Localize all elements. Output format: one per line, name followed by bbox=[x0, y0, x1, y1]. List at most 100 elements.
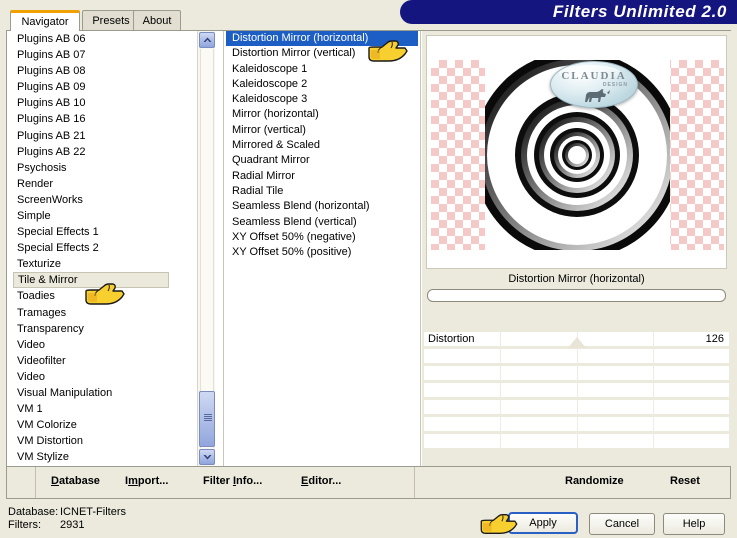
filter-item[interactable]: Quadrant Mirror bbox=[224, 153, 420, 168]
filter-item-label: Radial Tile bbox=[232, 184, 284, 197]
scrollbar-thumb[interactable] bbox=[199, 391, 215, 447]
category-item[interactable]: Transparency bbox=[7, 321, 218, 337]
parameter-value: 126 bbox=[705, 333, 724, 345]
cancel-button[interactable]: Cancel bbox=[589, 513, 655, 535]
randomize-button[interactable]: Randomize bbox=[565, 475, 624, 487]
filter-item[interactable]: Radial Tile bbox=[224, 184, 420, 199]
filter-list[interactable]: Distortion Mirror (horizontal) Distortion… bbox=[223, 31, 421, 466]
slider-tick bbox=[576, 434, 578, 450]
parameter-label: Distortion bbox=[428, 333, 475, 345]
category-item-label: Plugins AB 22 bbox=[17, 145, 86, 158]
category-item[interactable]: Special Effects 1 bbox=[7, 224, 218, 240]
status-area: Database: ICNET-Filters Filters: 2931 bbox=[8, 506, 126, 532]
menu-database-label: atabase bbox=[58, 475, 100, 487]
filter-item[interactable]: XY Offset 50% (positive) bbox=[224, 245, 420, 260]
slider-tick bbox=[652, 349, 654, 365]
filter-item[interactable]: Kaleidoscope 3 bbox=[224, 92, 420, 107]
category-item[interactable]: Render bbox=[7, 176, 218, 192]
tab-navigator[interactable]: Navigator bbox=[10, 10, 80, 31]
filter-item[interactable]: Mirror (horizontal) bbox=[224, 107, 420, 122]
category-item[interactable]: Video bbox=[7, 337, 218, 353]
category-item[interactable]: Video bbox=[7, 369, 218, 385]
pointing-hand-cursor-category bbox=[85, 283, 125, 305]
category-item[interactable]: VM 1 bbox=[7, 401, 218, 417]
help-button[interactable]: Help bbox=[663, 513, 725, 535]
slider-tick bbox=[500, 417, 502, 433]
tab-about-label: About bbox=[142, 14, 172, 27]
category-item[interactable]: ScreenWorks bbox=[7, 192, 218, 208]
category-list[interactable]: Plugins AB 06 Plugins AB 07 Plugins AB 08 P… bbox=[7, 31, 218, 466]
filter-item-label: Distortion Mirror (vertical) bbox=[232, 47, 356, 60]
filter-item[interactable]: Kaleidoscope 2 bbox=[224, 77, 420, 92]
category-item[interactable]: Plugins AB 09 bbox=[7, 79, 218, 95]
reset-button[interactable]: Reset bbox=[670, 475, 700, 487]
menu-separator-left bbox=[35, 467, 36, 498]
slider-tick bbox=[576, 417, 578, 433]
category-item[interactable]: Plugins AB 08 bbox=[7, 63, 218, 79]
category-list-scrollbar[interactable] bbox=[197, 31, 215, 466]
slider-tick bbox=[652, 400, 654, 416]
parameter-slider-row[interactable] bbox=[424, 382, 729, 399]
parameter-slider-row[interactable] bbox=[424, 416, 729, 433]
filter-item[interactable]: Seamless Blend (horizontal) bbox=[224, 199, 420, 214]
category-item[interactable]: Plugins AB 22 bbox=[7, 144, 218, 160]
parameter-slider-row[interactable] bbox=[424, 399, 729, 416]
status-filters-key: Filters: bbox=[8, 519, 41, 531]
filter-item-label: Mirror (horizontal) bbox=[232, 108, 319, 121]
category-item[interactable]: Psychosis bbox=[7, 160, 218, 176]
slider-tick bbox=[652, 332, 654, 348]
scroll-up-arrow-icon[interactable] bbox=[199, 32, 215, 48]
scroll-down-arrow-icon[interactable] bbox=[199, 449, 215, 465]
status-database-key: Database: bbox=[8, 506, 59, 518]
category-item[interactable]: VM Colorize bbox=[7, 417, 218, 433]
slider-tick bbox=[652, 383, 654, 399]
slider-tick bbox=[500, 434, 502, 450]
filter-item[interactable]: Seamless Blend (vertical) bbox=[224, 215, 420, 230]
menu-database[interactable]: Database bbox=[51, 475, 100, 487]
preset-name-input[interactable] bbox=[427, 289, 726, 302]
category-item[interactable]: Plugins AB 21 bbox=[7, 128, 218, 144]
menu-import[interactable]: Import... bbox=[125, 475, 168, 487]
category-item[interactable]: Texturize bbox=[7, 256, 218, 272]
tab-presets[interactable]: Presets bbox=[82, 10, 140, 30]
slider-tick bbox=[500, 349, 502, 365]
category-item[interactable]: Plugins AB 16 bbox=[7, 111, 218, 127]
filter-item[interactable]: Mirror (vertical) bbox=[224, 123, 420, 138]
status-filters-line: Filters: 2931 bbox=[8, 519, 126, 532]
category-item-label: Psychosis bbox=[17, 161, 67, 174]
slider-tick bbox=[500, 366, 502, 382]
category-item[interactable]: Visual Manipulation bbox=[7, 385, 218, 401]
menu-filter-info[interactable]: Filter Info... bbox=[203, 475, 262, 487]
menu-editor[interactable]: Editor... bbox=[301, 475, 341, 487]
category-item-label: Video bbox=[17, 338, 45, 351]
scrollbar-track[interactable] bbox=[200, 49, 214, 448]
category-item[interactable]: Plugins AB 10 bbox=[7, 95, 218, 111]
category-item[interactable]: VM Stylize bbox=[7, 449, 218, 465]
filter-item-label: Kaleidoscope 2 bbox=[232, 77, 308, 90]
filter-item-label: Mirror (vertical) bbox=[232, 123, 306, 136]
pointing-hand-cursor-filter bbox=[368, 40, 408, 62]
category-item[interactable]: Special Effects 2 bbox=[7, 240, 218, 256]
category-item-label: Tramages bbox=[17, 306, 67, 319]
category-item[interactable]: Simple bbox=[7, 208, 218, 224]
category-item-label: Render bbox=[17, 177, 54, 190]
category-item[interactable]: VM Distortion bbox=[7, 433, 218, 449]
selected-filter-name: Distortion Mirror (horizontal) bbox=[508, 273, 645, 285]
tab-navigator-label: Navigator bbox=[21, 16, 69, 28]
slider-tick bbox=[576, 349, 578, 365]
filter-item[interactable]: Mirrored & Scaled bbox=[224, 138, 420, 153]
tab-about[interactable]: About bbox=[133, 10, 181, 30]
category-item[interactable]: Plugins AB 06 bbox=[7, 31, 218, 47]
parameter-slider-row[interactable] bbox=[424, 433, 729, 450]
category-item[interactable]: Videofilter bbox=[7, 353, 218, 369]
filter-item-label: XY Offset 50% (positive) bbox=[232, 246, 352, 259]
filter-item[interactable]: XY Offset 50% (negative) bbox=[224, 230, 420, 245]
category-item[interactable]: Plugins AB 07 bbox=[7, 47, 218, 63]
parameter-slider-row[interactable] bbox=[424, 348, 729, 365]
category-item-label: Transparency bbox=[17, 322, 84, 335]
tab-presets-label: Presets bbox=[92, 14, 130, 27]
parameter-slider-row[interactable] bbox=[424, 365, 729, 382]
menu-editor-label: ditor... bbox=[308, 475, 342, 487]
filter-item[interactable]: Radial Mirror bbox=[224, 169, 420, 184]
slider-thumb-marker[interactable] bbox=[567, 337, 586, 348]
